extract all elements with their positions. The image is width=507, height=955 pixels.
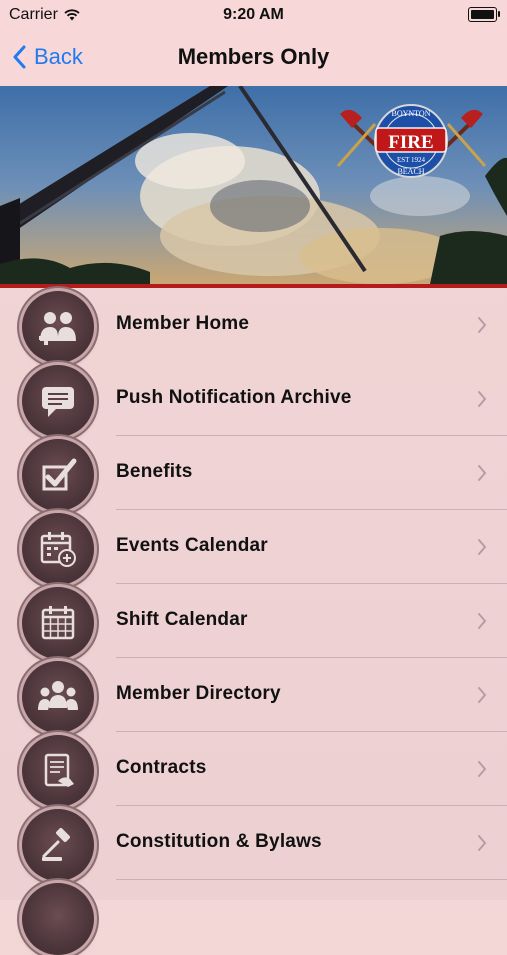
menu-item-partial[interactable] bbox=[0, 880, 507, 955]
directory-icon bbox=[22, 661, 94, 733]
menu-list: Member Home Push Notification Archive Be… bbox=[0, 288, 507, 955]
chevron-right-icon bbox=[478, 613, 487, 629]
menu-item-label: Benefits bbox=[116, 461, 193, 482]
menu-item-label: Contracts bbox=[116, 757, 207, 778]
chevron-right-icon bbox=[478, 317, 487, 333]
page-title: Members Only bbox=[177, 44, 330, 69]
banner-image: FIRE BOYNTON EST 1924 BEACH bbox=[0, 86, 507, 284]
menu-item-contracts[interactable]: Contracts bbox=[0, 732, 507, 807]
menu-item-label: Member Home bbox=[116, 313, 250, 334]
menu-item-member-directory[interactable]: Member Directory bbox=[0, 658, 507, 733]
menu-item-constitution-bylaws[interactable]: Constitution & Bylaws bbox=[0, 806, 507, 881]
menu-item-label: Member Directory bbox=[116, 683, 281, 704]
menu-item-shift-calendar[interactable]: Shift Calendar bbox=[0, 584, 507, 659]
menu-item-push-notification-archive[interactable]: Push Notification Archive bbox=[0, 362, 507, 437]
menu-item-icon bbox=[22, 883, 94, 955]
calendar-grid-icon bbox=[22, 587, 94, 659]
status-bar: Carrier 9:20 AM bbox=[0, 0, 507, 30]
gavel-icon bbox=[22, 809, 94, 881]
members-icon bbox=[22, 291, 94, 363]
menu-item-benefits[interactable]: Benefits bbox=[0, 436, 507, 511]
logo-main-text: FIRE bbox=[388, 132, 433, 153]
menu-item-events-calendar[interactable]: Events Calendar bbox=[0, 510, 507, 585]
chevron-right-icon bbox=[478, 761, 487, 777]
menu-item-label: Events Calendar bbox=[116, 535, 268, 556]
header-banner: FIRE BOYNTON EST 1924 BEACH bbox=[0, 86, 507, 288]
chevron-right-icon bbox=[478, 391, 487, 407]
chevron-right-icon bbox=[478, 835, 487, 851]
logo-top-text: BOYNTON bbox=[392, 109, 431, 118]
logo-bottom-text: BEACH bbox=[397, 167, 424, 176]
menu-item-label: Constitution & Bylaws bbox=[116, 831, 322, 852]
menu-item-label: Shift Calendar bbox=[116, 609, 248, 630]
navigation-bar: Back Members Only bbox=[0, 30, 507, 87]
menu-item-label: Push Notification Archive bbox=[116, 387, 352, 408]
chevron-right-icon bbox=[478, 539, 487, 555]
logo-est-text: EST 1924 bbox=[397, 156, 426, 164]
contract-icon bbox=[22, 735, 94, 807]
battery-icon bbox=[468, 7, 500, 22]
chevron-right-icon bbox=[478, 465, 487, 481]
calendar-add-icon bbox=[22, 513, 94, 585]
checkbox-icon bbox=[22, 439, 94, 511]
clock: 9:20 AM bbox=[223, 6, 284, 23]
menu-item-member-home[interactable]: Member Home bbox=[0, 288, 507, 363]
message-icon bbox=[22, 365, 94, 437]
chevron-right-icon bbox=[478, 687, 487, 703]
